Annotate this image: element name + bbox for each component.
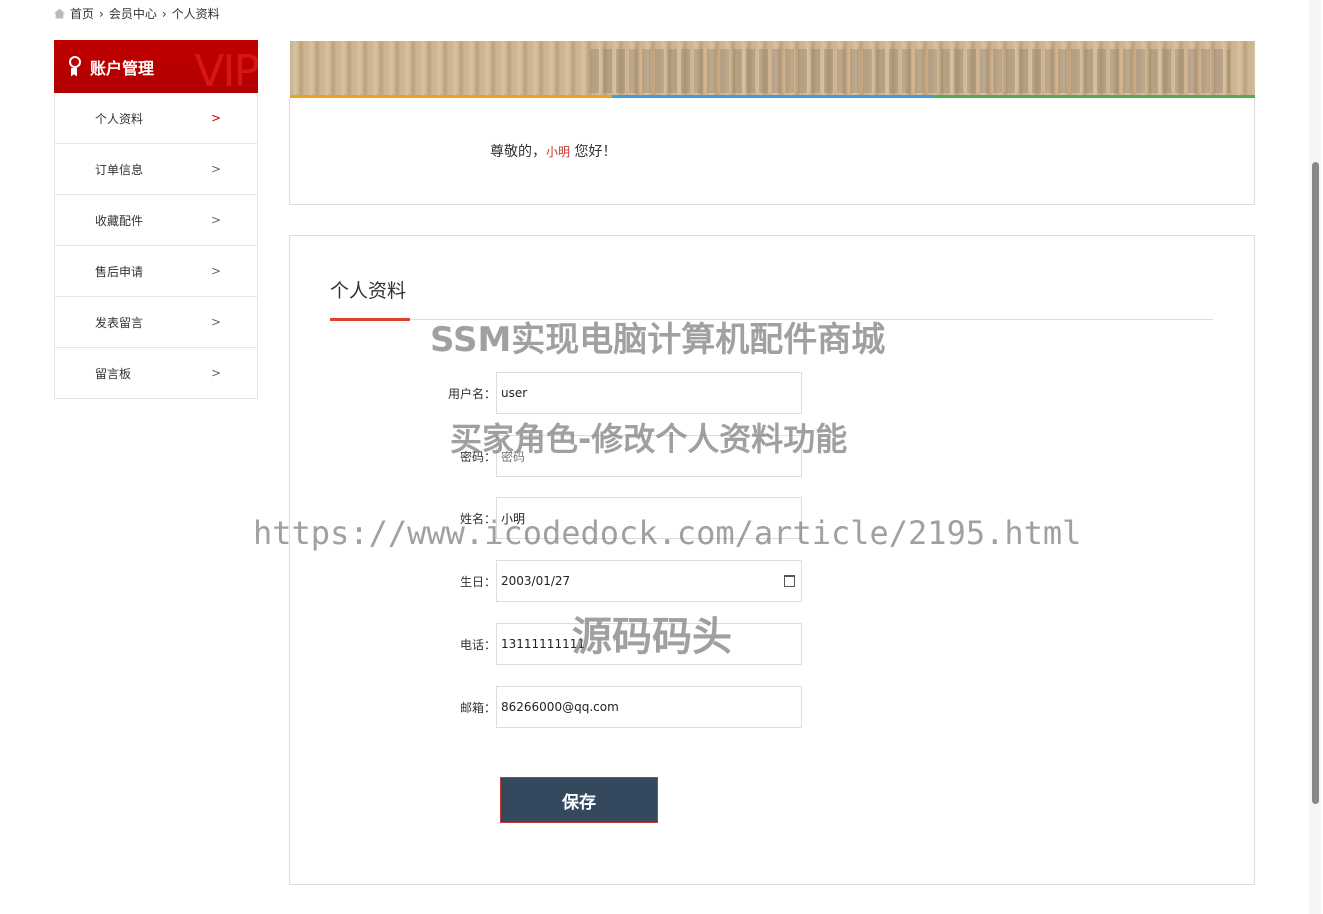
name-input[interactable]: 小明 [496,497,802,539]
greeting-box: 尊敬的，小明 您好！ [289,98,1255,205]
scrollbar[interactable] [1309,0,1321,914]
user-name: 小明 [546,145,571,159]
sidebar-item-label: 发表留言 [95,315,144,330]
field-label: 密码： [459,449,496,464]
home-icon [54,8,65,19]
birthday-row: 生日： 2003/01/27 [430,560,802,602]
scrollbar-thumb[interactable] [1312,162,1319,804]
email-input[interactable]: 86266000@qq.com [496,686,802,728]
greeting: 尊敬的，小明 您好！ [490,141,616,161]
breadcrumb-current: 个人资料 [171,7,220,21]
sidebar-item-message-board[interactable]: 留言板 > [54,348,258,399]
name-row: 姓名： 小明 [430,497,802,539]
sidebar-item-orders[interactable]: 订单信息 > [54,144,258,195]
chevron-right-icon: > [210,315,221,329]
chevron-right-icon: › [161,6,167,21]
breadcrumb: 首页 › 会员中心 › 个人资料 [54,5,220,22]
email-row: 邮箱： 86266000@qq.com [430,686,802,728]
sidebar-item-label: 个人资料 [95,111,144,126]
username-row: 用户名： user [430,372,802,414]
banner-image [290,41,1255,95]
sidebar-item-post-message[interactable]: 发表留言 > [54,297,258,348]
password-input[interactable]: 密码 [496,435,802,477]
sidebar-item-profile[interactable]: 个人资料 > [54,93,258,144]
sidebar-item-label: 收藏配件 [95,213,144,228]
sidebar-item-aftersales[interactable]: 售后申请 > [54,246,258,297]
divider [330,318,1213,321]
sidebar-header: 账户管理 VIP [54,40,258,93]
chevron-right-icon: > [210,213,221,227]
sidebar: 账户管理 VIP 个人资料 > 订单信息 > 收藏配件 > 售后申请 > 发表留言 > 留… [54,40,258,399]
save-button[interactable]: 保存 [500,777,658,823]
phone-input[interactable]: 13111111111 [496,623,802,665]
profile-panel: 个人资料 用户名： user 密码： 密码 姓名： 小明 生日： 2003/01/27 … [289,235,1255,885]
breadcrumb-home[interactable]: 首页 [70,5,94,22]
field-label: 姓名： [459,511,496,526]
password-row: 密码： 密码 [430,435,802,477]
chevron-right-icon: > [210,264,221,278]
greeting-prefix: 尊敬的， [490,144,546,160]
sidebar-item-label: 售后申请 [95,264,144,279]
sidebar-item-label: 订单信息 [95,162,144,177]
sidebar-item-label: 留言板 [95,366,132,381]
sidebar-item-favorites[interactable]: 收藏配件 > [54,195,258,246]
greeting-suffix: 您好！ [570,144,617,160]
field-label: 邮箱： [459,700,496,715]
username-input[interactable]: user [496,372,802,414]
section-title: 个人资料 [330,280,407,302]
chevron-right-icon: > [210,366,221,380]
phone-row: 电话： 13111111111 [430,623,802,665]
field-label: 用户名： [447,386,496,401]
chevron-right-icon: > [210,162,221,176]
chevron-right-icon: › [99,6,104,21]
calendar-icon[interactable] [784,575,795,587]
vip-badge: VIP [194,46,258,93]
birthday-value: 2003/01/27 [501,574,571,588]
birthday-input[interactable]: 2003/01/27 [496,560,802,602]
sidebar-title: 账户管理 [90,58,155,78]
chevron-right-icon: > [210,111,221,125]
award-icon [68,55,81,78]
field-label: 生日： [459,574,496,589]
breadcrumb-member[interactable]: 会员中心 [109,5,157,22]
field-label: 电话： [459,637,496,652]
